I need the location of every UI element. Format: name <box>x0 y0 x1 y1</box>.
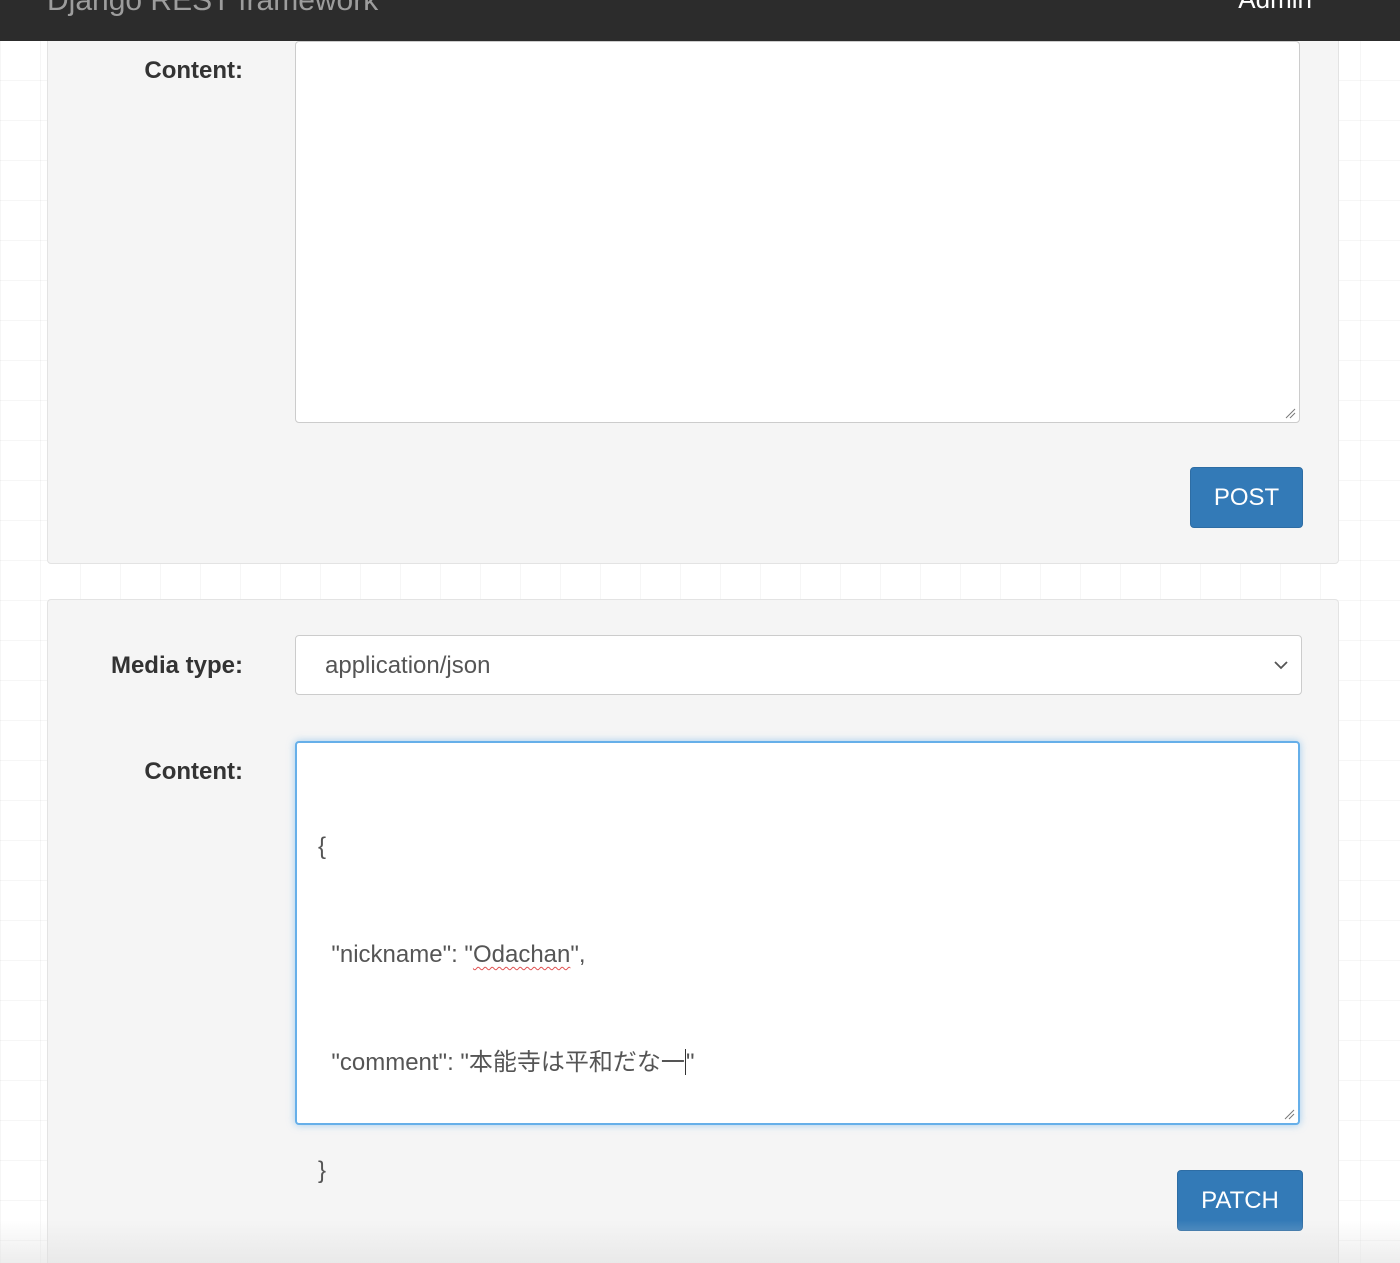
media-type-select[interactable]: application/json <box>295 635 1302 695</box>
post-button[interactable]: POST <box>1190 467 1303 528</box>
json-line: } <box>318 1157 327 1184</box>
post-form-panel: Content: POST <box>47 0 1339 564</box>
patch-form-panel: Media type: application/json Content: { … <box>47 599 1339 1263</box>
patch-content-label: Content: <box>144 758 243 785</box>
resize-grip-icon[interactable] <box>1283 1108 1295 1120</box>
navbar-user-menu[interactable]: Admin <box>1238 0 1312 15</box>
media-type-value: application/json <box>325 652 491 679</box>
json-text: ", <box>570 941 586 968</box>
json-line: { <box>318 833 327 860</box>
spellcheck-word: Odachan <box>472 941 571 968</box>
resize-grip-icon[interactable] <box>1284 407 1296 419</box>
chevron-down-icon <box>1274 661 1288 670</box>
json-text: "comment": "本能寺は平和だな一 <box>318 1049 685 1076</box>
patch-content-textarea[interactable]: { "nickname": "Odachan", "comment": "本能寺… <box>295 741 1300 1184</box>
navbar-brand[interactable]: Django REST framework <box>47 0 378 18</box>
navbar: Django REST framework Admin <box>0 0 1400 41</box>
patch-content-text: { "nickname": "Odachan", "comment": "本能寺… <box>318 757 694 1261</box>
json-text: "nickname": " <box>318 941 473 968</box>
post-content-label: Content: <box>144 57 243 84</box>
json-line: "comment": "本能寺は平和だな一" <box>318 1045 694 1081</box>
post-content-textarea[interactable] <box>295 41 1300 423</box>
json-line: "nickname": "Odachan", <box>318 937 694 973</box>
patch-button[interactable]: PATCH <box>1177 1170 1303 1231</box>
json-text: " <box>685 1049 695 1076</box>
media-type-label: Media type: <box>110 652 243 679</box>
